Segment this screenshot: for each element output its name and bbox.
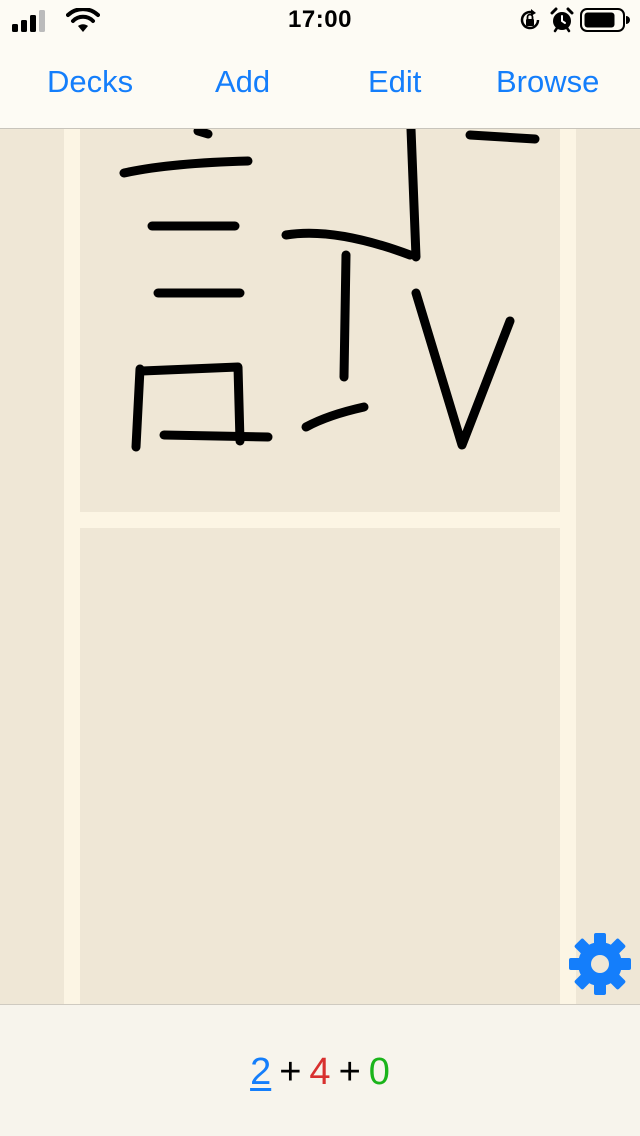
navigation-bar: Decks Add Edit Browse	[0, 40, 640, 129]
battery-icon	[580, 8, 630, 32]
status-time: 17:00	[288, 6, 352, 33]
review-count: 0	[368, 1051, 390, 1093]
gear-icon[interactable]	[566, 930, 634, 998]
alarm-icon	[550, 7, 574, 33]
drawing-canvas[interactable]	[80, 129, 560, 512]
handwritten-kanji-drawing	[119, 129, 540, 452]
edit-button[interactable]: Edit	[368, 64, 421, 100]
count-separator: +	[279, 1051, 302, 1093]
new-count[interactable]: 2	[250, 1051, 271, 1093]
review-screen: 17:00 Decks Add Edit Browse 2 + 4 + 0	[0, 0, 640, 1136]
add-button[interactable]: Add	[215, 64, 270, 100]
count-separator: +	[338, 1051, 361, 1093]
decks-button[interactable]: Decks	[47, 64, 133, 100]
rotation-lock-icon	[520, 9, 540, 30]
browse-button[interactable]: Browse	[496, 64, 599, 100]
bottom-bar: 2 +4 +0	[0, 1004, 640, 1136]
status-bar: 17:00	[0, 0, 640, 40]
learning-count: 4	[309, 1051, 331, 1093]
due-counts: 2 +4 +0	[0, 1051, 640, 1094]
answer-area[interactable]	[80, 528, 560, 1004]
